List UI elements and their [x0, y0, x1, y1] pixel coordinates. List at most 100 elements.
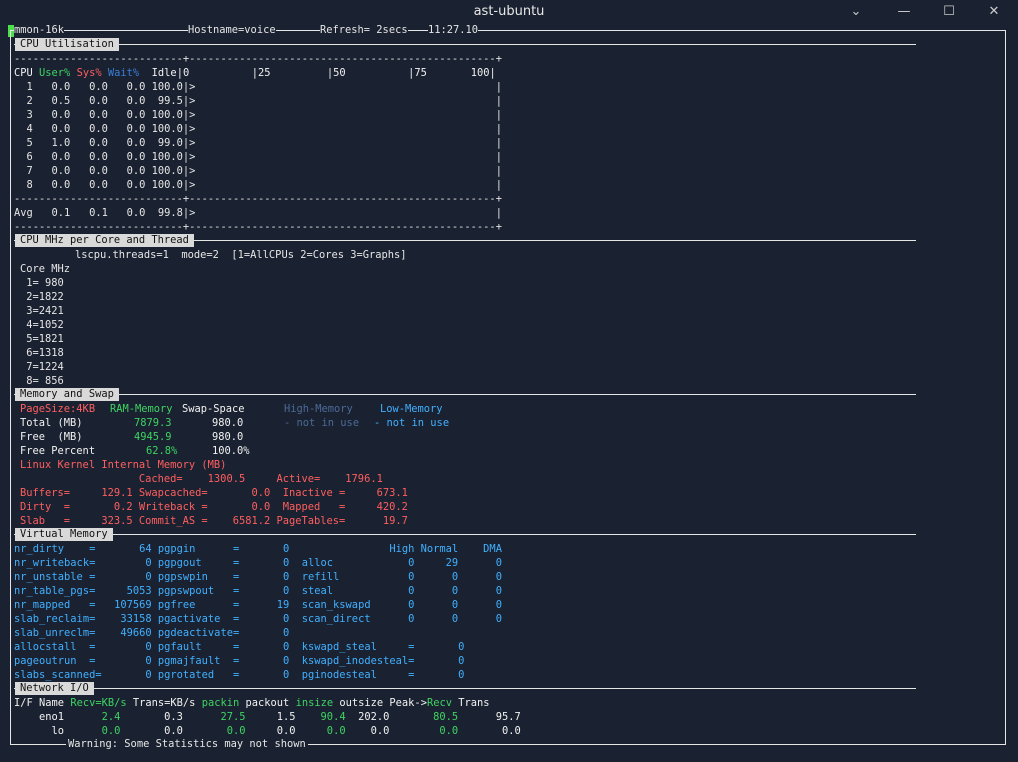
- net-col-recv: Recv=KB/s: [70, 697, 127, 709]
- vm-row: nr_dirty = 64 pgpgin = 0 High Normal DMA: [14, 543, 502, 555]
- mem-total-swap: 980.0: [212, 417, 244, 429]
- net-recv: 0.0: [64, 725, 121, 737]
- vm-row: allocstall = 0 pgfault = 0 kswapd_steal …: [14, 641, 465, 653]
- mhz-row: 4=1052: [20, 319, 64, 331]
- close-button[interactable]: ✕: [984, 4, 1004, 20]
- mem-total-ram: 7879.3: [134, 417, 172, 429]
- cpu-col-idle-scale: Idle|0 |25 |50 |75 100|: [139, 67, 496, 79]
- header-refresh: Refresh= 2secs: [320, 24, 408, 36]
- net-col-packout: packout: [239, 697, 296, 709]
- cpu-col-user: User%: [39, 67, 71, 79]
- section-network: Network I/O: [14, 682, 916, 695]
- cpu-row: 6 0.0 0.0 0.0 100.0|> |: [14, 151, 502, 163]
- vm-row: nr_mapped = 107569 pgfree = 19 scan_kswa…: [14, 599, 502, 611]
- mem-kernel-row: Dirty = 0.2 Writeback = 0.0 Mapped = 420…: [20, 501, 408, 513]
- mem-free-label: Free (MB): [20, 431, 83, 443]
- mem-swap-header: Swap-Space: [182, 403, 245, 415]
- section-memory-label: Memory and Swap: [15, 388, 119, 401]
- mem-low-header: Low-Memory: [380, 403, 443, 415]
- mem-ram-header: RAM-Memory: [110, 403, 173, 415]
- minimize-button[interactable]: —: [894, 4, 914, 20]
- mem-pct-swap: 100.0%: [212, 445, 250, 457]
- net-recv: 2.4: [64, 711, 121, 723]
- net-col-outsize-peak: outsize Peak->: [333, 697, 427, 709]
- section-network-label: Network I/O: [15, 682, 94, 695]
- cpu-row: 4 0.0 0.0 0.0 100.0|> |: [14, 123, 502, 135]
- net-col-peak-trans: Trans: [451, 697, 490, 709]
- cpu-row: 8 0.0 0.0 0.0 100.0|> |: [14, 179, 502, 191]
- cpu-separator: ---------------------------+------------…: [14, 193, 502, 205]
- header-hostname: Hostname=voice: [188, 24, 276, 36]
- mem-kernel-row: Buffers= 129.1 Swapcached= 0.0 Inactive …: [20, 487, 408, 499]
- net-peak-recv: 80.5: [389, 711, 459, 723]
- cpu-row: 3 0.0 0.0 0.0 100.0|> |: [14, 109, 502, 121]
- mhz-row: 6=1318: [20, 347, 64, 359]
- cpu-col-cpu: CPU: [14, 67, 40, 79]
- mem-pagesize: PageSize:4KB: [20, 403, 96, 415]
- vm-row: slab_unreclm= 49660 pgdeactivate= 0: [14, 627, 290, 639]
- mem-pct-label: Free Percent: [20, 445, 96, 457]
- cpu-separator: ---------------------------+------------…: [14, 221, 502, 233]
- net-insize: 0.0: [295, 725, 346, 737]
- net-insize: 90.4: [295, 711, 346, 723]
- net-packin: 0.0: [182, 725, 246, 737]
- title-bar: ast-ubuntu ⌄ — ☐ ✕: [0, 0, 1018, 24]
- net-row-eno1: eno1 2.4 0.3 27.5 1.5 90.4 202.0 80.5 95…: [14, 710, 521, 724]
- cpu-col-sys: Sys%: [76, 67, 102, 79]
- header-time: 11:27.10: [428, 24, 479, 36]
- maximize-button[interactable]: ☐: [939, 4, 959, 20]
- section-vm: Virtual Memory: [14, 528, 916, 541]
- mem-free-ram: 4945.9: [134, 431, 172, 443]
- net-ifname: lo: [14, 725, 65, 737]
- mem-kernel-row: Cached= 1300.5 Active= 1796.1: [20, 473, 383, 485]
- net-outsize: 0.0: [345, 725, 390, 737]
- net-packin: 27.5: [182, 711, 246, 723]
- mem-total-label: Total (MB): [20, 417, 83, 429]
- mem-high-value: - not in use: [284, 417, 360, 429]
- net-col-insize: insize: [295, 697, 334, 709]
- mhz-row: 8= 856: [20, 375, 64, 387]
- vm-row: nr_writeback= 0 pgpgout = 0 alloc 0 29 0: [14, 557, 502, 569]
- cpu-col-wait: Wait%: [107, 67, 140, 79]
- section-cpu: CPU Utilisation: [14, 38, 916, 51]
- vm-row: nr_table_pgs= 5053 pgpswpout = 0 steal 0…: [14, 585, 502, 597]
- frame-top-line: [10, 30, 1006, 31]
- net-header: I/F Name Recv=KB/s Trans=KB/s packin pac…: [14, 696, 490, 710]
- vm-row: pageoutrun = 0 pgmajfault = 0 kswapd_ino…: [14, 655, 465, 667]
- net-peak-trans: 95.7: [458, 711, 521, 723]
- net-col-peak-recv: Recv: [426, 697, 452, 709]
- cpu-header: CPU User% Sys% Wait% Idle|0 |25 |50 |75 …: [14, 66, 496, 80]
- net-peak-recv: 0.0: [389, 725, 459, 737]
- warning-message: Warning: Some Statistics may not shown: [66, 738, 308, 750]
- net-packout: 0.0: [245, 725, 296, 737]
- mhz-row: 7=1224: [20, 361, 64, 373]
- mhz-row: 2=1822: [20, 291, 64, 303]
- section-vm-label: Virtual Memory: [15, 528, 113, 541]
- vm-row: nr_unstable = 0 pgpswpin = 0 refill 0 0 …: [14, 571, 502, 583]
- mem-free-swap: 980.0: [212, 431, 244, 443]
- mem-high-header: High-Memory: [284, 403, 353, 415]
- cpu-separator: ---------------------------+------------…: [14, 53, 502, 65]
- net-col-ifname: I/F Name: [14, 697, 71, 709]
- section-memory: Memory and Swap: [14, 388, 916, 401]
- net-col-packin: packin: [201, 697, 240, 709]
- mhz-info: lscpu.threads=1 mode=2 [1=AllCPUs 2=Core…: [75, 249, 407, 261]
- collapse-icon[interactable]: ⌄: [846, 4, 866, 20]
- vm-row: slab_reclaim= 33158 pgactivate = 0 scan_…: [14, 613, 502, 625]
- net-col-trans: Trans=KB/s: [126, 697, 202, 709]
- mhz-row: 3=2421: [20, 305, 64, 317]
- section-mhz-label: CPU MHz per Core and Thread: [15, 234, 194, 247]
- section-mhz: CPU MHz per Core and Thread: [14, 234, 916, 247]
- net-trans: 0.0: [120, 725, 183, 737]
- net-packout: 1.5: [245, 711, 296, 723]
- net-trans: 0.3: [120, 711, 183, 723]
- mhz-row: 5=1821: [20, 333, 64, 345]
- cpu-row: 1 0.0 0.0 0.0 100.0|> |: [14, 81, 502, 93]
- mem-kernel-row: Slab = 323.5 Commit_AS = 6581.2 PageTabl…: [20, 515, 408, 527]
- cpu-avg-row: Avg 0.1 0.1 0.0 99.8|> |: [14, 207, 502, 219]
- cpu-row: 2 0.5 0.0 0.0 99.5|> |: [14, 95, 502, 107]
- net-outsize: 202.0: [345, 711, 390, 723]
- mem-kernel-title: Linux Kernel Internal Memory (MB): [20, 459, 227, 471]
- mhz-row: 1= 980: [20, 277, 64, 289]
- vm-row: slabs_scanned= 0 pgrotated = 0 pginodest…: [14, 669, 465, 681]
